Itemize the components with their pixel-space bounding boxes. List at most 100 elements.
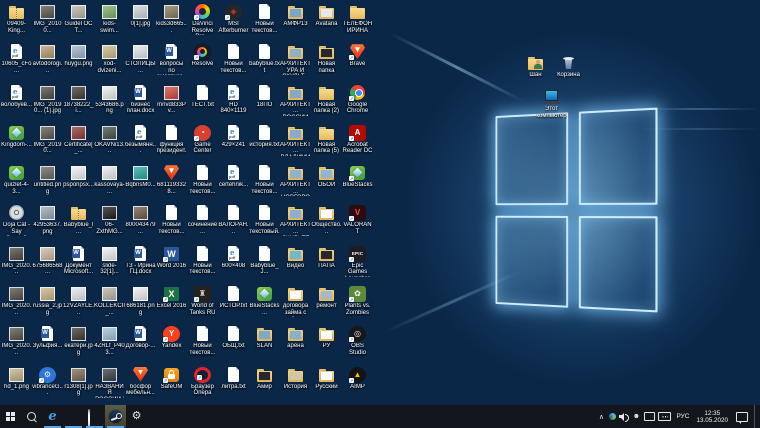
desktop-icon[interactable]: 09409-King... (1, 2, 32, 42)
desktop-icon[interactable]: ◈ ↗ MSI Afterburner (218, 2, 249, 42)
desktop-icon[interactable]: e pdf 10605_cFo... (1, 42, 32, 82)
keyboard-tray-icon[interactable] (658, 412, 672, 421)
desktop-icon[interactable]: 06-ZxthMG... (94, 203, 125, 243)
desktop-icon[interactable]: IMG_2020... (1, 284, 32, 324)
desktop-icon[interactable]: quizlet-4-3... (1, 163, 32, 203)
desktop-icon[interactable]: Doja Cat - Say So.mp3 (1, 203, 32, 243)
desktop-icon[interactable]: IMG_2020... (1, 324, 32, 364)
desktop-icon[interactable]: BlueStacks... (249, 284, 280, 324)
taskbar-button-start[interactable] (0, 405, 21, 428)
desktop-icon[interactable]: hd_1.png (1, 365, 32, 405)
desktop-icon[interactable]: ТЕЛЕФОН ИРИНА (342, 2, 373, 42)
desktop-icon[interactable]: ОБЩ.txt (218, 324, 249, 364)
desktop-icon[interactable]: Новый текстов... (187, 244, 218, 284)
desktop-icon[interactable]: Новый текстов... (249, 2, 280, 42)
desktop-icon[interactable]: АРХИТЕКТ... СКУЛЬПТУ... (280, 203, 311, 243)
desktop-icon[interactable]: BqbnsM0... (125, 163, 156, 203)
desktop-icon[interactable]: psponpsx... (63, 163, 94, 203)
show-desktop-button[interactable] (754, 405, 758, 428)
desktop-icon[interactable]: W Документ Microsoft... (63, 244, 94, 284)
taskbar-button-edge[interactable]: e (42, 405, 63, 428)
taskbar-button-chrome[interactable] (84, 405, 105, 428)
volume-icon[interactable] (619, 412, 630, 422)
desktop-icon[interactable]: АМФР13 (280, 2, 311, 42)
desktop-icon[interactable]: Новый текстов... (187, 163, 218, 203)
desktop-icon[interactable]: Новая папка (2) (311, 83, 342, 123)
desktop-icon[interactable]: Видео (280, 244, 311, 284)
desktop-icon[interactable]: 5343686.png (94, 83, 125, 123)
desktop-icon[interactable]: ТЕСТ.txt (187, 83, 218, 123)
desktop-icon[interactable]: Avataria (311, 2, 342, 42)
steam-tray-icon[interactable] (609, 413, 617, 420)
desktop-icon[interactable]: НАЗВАНИЯ РОССИИ.jpg (94, 365, 125, 405)
desktop-icon[interactable]: kids-swim... (94, 2, 125, 42)
desktop-icon[interactable]: avtodorogi... (32, 42, 63, 82)
desktop-icon[interactable]: A ↗ Acrobat Reader DC (342, 123, 373, 163)
desktop-icon[interactable]: босфор мебельн... (125, 365, 156, 405)
desktop-icon[interactable]: Корзина (553, 53, 584, 79)
desktop-icon[interactable]: 675686568... (32, 244, 63, 284)
taskbar-button-settings[interactable]: ⚙ (126, 405, 147, 428)
desktop-icon[interactable]: Certificate[_... (63, 123, 94, 163)
desktop-icon[interactable]: ✿ ↗ Plants vs. Zombies (342, 284, 373, 324)
desktop-icon[interactable]: SLAN (249, 324, 280, 364)
desktop-icon[interactable]: e pdf HD 840×1119 (218, 83, 249, 123)
desktop-icon[interactable]: ОБОИ (311, 163, 342, 203)
desktop-icon[interactable]: ↗ SafeUM (156, 365, 187, 405)
desktop-icon[interactable]: Общество... (311, 203, 342, 243)
desktop-icon[interactable]: ВАЛОРАН... (218, 203, 249, 243)
desktop-icon[interactable]: X ↗ Excel 2016 (156, 284, 187, 324)
desktop-icon[interactable]: Новый текстов... (187, 324, 218, 364)
taskbar-button-search[interactable] (21, 405, 42, 428)
desktop-icon[interactable]: huygu.png (63, 42, 94, 82)
desktop-icon[interactable]: Шан (520, 53, 551, 79)
desktop-icon[interactable]: ↗ Браузер Опера (187, 365, 218, 405)
desktop-icon[interactable]: IMG_20190... (1).jpg (32, 83, 63, 123)
desktop-icon[interactable]: Новый текстовый... (249, 203, 280, 243)
desktop-icon[interactable]: KOLLEKCII_... (94, 284, 125, 324)
desktop-icon[interactable]: функция президент... (156, 123, 187, 163)
desktop-icon[interactable]: Kingdom-... (1, 123, 32, 163)
desktop-icon[interactable]: 800043479... (125, 203, 156, 243)
desktop-icon[interactable]: e pdf безымянн... (125, 123, 156, 163)
taskbar-button-bluestacks[interactable] (63, 405, 84, 428)
desktop-icon[interactable]: kassovaya-... (94, 163, 125, 203)
desktop-icon[interactable]: e pdf волобуев... (1, 83, 32, 123)
desktop-icon[interactable]: СТОЛИЦЫ... (125, 42, 156, 82)
desktop-icon[interactable]: Новая папка (311, 42, 342, 82)
desktop-icon[interactable]: ↗ Google Chrome (342, 83, 373, 123)
desktop-icon[interactable]: slide-32[1]... (94, 244, 125, 284)
desktop-icon[interactable]: r1308[1].jpg (63, 365, 94, 405)
desktop-icon[interactable]: ↗ Brave (342, 42, 373, 82)
desktop-icon[interactable]: АРХИТЕКТ... НОВГОРОД (280, 163, 311, 203)
desktop-icon[interactable]: IMG_2020... (1, 244, 32, 284)
desktop-icon[interactable]: АРХИТЕКТУРА И СКУЛЬТ... (280, 42, 311, 82)
language-indicator[interactable]: РУС (674, 413, 691, 420)
desktop-icon[interactable]: babyblue.txt (249, 42, 280, 82)
desktop-icon[interactable]: История (280, 365, 311, 405)
desktop-icon[interactable]: 18738222_i... (63, 83, 94, 123)
action-center-icon[interactable] (736, 411, 748, 424)
desktop-icon[interactable]: ПАПА (311, 244, 342, 284)
desktop-icon[interactable]: e pdf certehnik... (218, 163, 249, 203)
desktop-icon[interactable]: арена (280, 324, 311, 364)
taskbar-clock[interactable]: 12:35 13.05.2020 (694, 410, 730, 424)
desktop-icon[interactable]: литра.txt (218, 365, 249, 405)
desktop-icon[interactable]: Wвопросы по амортизо... (156, 42, 187, 82)
desktop-icon[interactable]: ▲ ↗ AIMP (342, 365, 373, 405)
taskbar-button-steam[interactable] (105, 405, 126, 428)
desktop-icon[interactable]: IMG_20190... (32, 123, 63, 163)
desktop-icon[interactable]: ◎ ↗ OBS Studio (342, 324, 373, 364)
desktop-icon[interactable]: ↗DaVinci Resolve Pro... (187, 2, 218, 42)
desktop-icon[interactable]: kids3d665... (156, 2, 187, 42)
desktop-icon[interactable]: xod-dvizeni... (94, 42, 125, 82)
desktop-icon[interactable]: ♜ ↗ World of Tanks RU (187, 284, 218, 324)
desktop-icon[interactable]: Y ↗ Yandex (156, 324, 187, 364)
desktop-icon[interactable]: OKAVNi13... (94, 123, 125, 163)
desktop-icon[interactable]: история.txt (249, 123, 280, 163)
desktop-icon[interactable]: ◔ ↗ Game Center (187, 123, 218, 163)
desktop-icon[interactable]: W ТЗ - Ирина ГЦ.docx (125, 244, 156, 284)
desktop-icon[interactable]: 6811193328... (156, 163, 187, 203)
desktop-icon[interactable]: 12VZAYLE... (63, 284, 94, 324)
desktop-icon[interactable]: e pdf 600×408 (218, 244, 249, 284)
